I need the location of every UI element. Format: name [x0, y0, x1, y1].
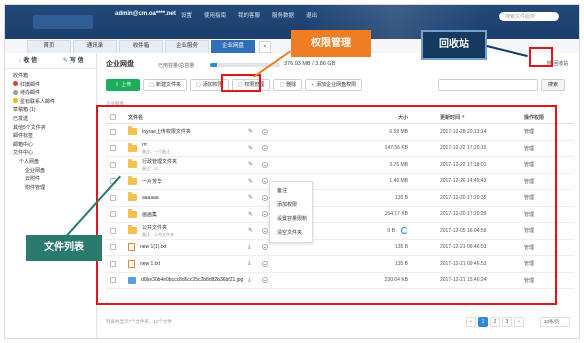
- sidebar-item-label: 邮件标签: [13, 133, 34, 140]
- sidebar-item[interactable]: 邮箱中心: [13, 141, 96, 150]
- tab-enterprise-service[interactable]: 企业服务: [165, 40, 209, 53]
- sidebar-item[interactable]: 附件管理: [13, 184, 96, 193]
- compose-label: 写 信: [69, 58, 84, 64]
- sidebar-item-label: 个人网盘: [19, 158, 40, 165]
- sidebar-item-label: 邮箱中心: [13, 141, 34, 148]
- sidebar-item[interactable]: 已发送: [13, 115, 96, 124]
- sidebar-item-label: 收件箱: [13, 73, 29, 79]
- page-title: 企业网盘: [106, 61, 134, 68]
- global-search-input[interactable]: 搜索文件服务: [499, 12, 559, 21]
- flag-dot-icon: [13, 98, 18, 104]
- top-link-support[interactable]: 我的客服: [238, 11, 260, 19]
- sidebar-item-label: 草稿箱 (1): [13, 107, 36, 114]
- top-links: 设置 使用指南 我的客服 服务数据 退出: [181, 11, 317, 19]
- download-icon: ↓: [18, 58, 22, 64]
- quota-label: 已用容量/总容量: [158, 63, 195, 69]
- receive-button[interactable]: ↓ 收 信: [5, 53, 51, 68]
- sidebar-item-label: 其他5个文件夹: [13, 124, 46, 131]
- file-search-input[interactable]: [438, 79, 538, 91]
- sidebar-item-label: 红旗邮件: [20, 81, 41, 88]
- table-footer: 列表共显示7个文件夹，10个文件 ‹ 1 2 3 › 10条/页: [106, 317, 574, 329]
- tab-inbox[interactable]: 收件箱: [119, 40, 163, 53]
- sidebar-item[interactable]: 待办邮件: [13, 89, 96, 98]
- sidebar-item-label: 星标联系人邮件: [20, 98, 56, 105]
- page-button[interactable]: 1: [478, 317, 488, 327]
- pagination: ‹ 1 2 3 ›: [466, 317, 524, 327]
- account-name: admin@cm.oa****.net: [115, 11, 176, 17]
- sidebar-item[interactable]: 个人网盘: [13, 158, 96, 167]
- folder-plus-icon: ▢: [149, 82, 154, 88]
- sidebar-item[interactable]: 云附件: [13, 175, 96, 184]
- add-permission-label: 添加权限: [202, 82, 223, 88]
- sidebar-item[interactable]: 草稿箱 (1): [13, 106, 96, 115]
- sidebar-actions: ↓ 收 信 ✎ 写 信: [5, 53, 96, 69]
- upload-icon: ⇧: [115, 82, 120, 88]
- compose-button[interactable]: ✎ 写 信: [51, 53, 97, 68]
- main-tabs: 首页 通讯录 收件箱 企业服务 企业网盘 ×: [27, 40, 271, 53]
- sidebar-item-label: 文件中心: [13, 150, 34, 157]
- top-link-data[interactable]: 服务数据: [272, 11, 294, 19]
- flag-dot-icon: [13, 89, 18, 95]
- global-search-placeholder: 搜索文件服务: [505, 14, 536, 20]
- sidebar-item[interactable]: 企业网盘: [13, 167, 96, 176]
- key-icon: ▢: [195, 82, 201, 88]
- tab-home[interactable]: 首页: [27, 40, 71, 53]
- recycle-label: 回收站: [553, 61, 569, 67]
- callout-permission: 权限管理: [291, 30, 371, 57]
- tab-enterprise-drive[interactable]: 企业网盘: [211, 40, 255, 53]
- sidebar-list: 收件箱红旗邮件待办邮件 星标联系人邮件草稿箱 (1) 已发送其他5个文件夹 邮件标签邮…: [5, 69, 96, 192]
- sidebar-item-label: 已发送: [13, 115, 29, 122]
- tab-close-button[interactable]: ×: [259, 41, 271, 53]
- pencil-icon: ✎: [62, 58, 68, 64]
- callout-recycle: 回收站: [421, 30, 487, 60]
- sidebar-item-label: 待办邮件: [20, 90, 41, 97]
- page-button[interactable]: ›: [514, 317, 524, 327]
- page-button[interactable]: 2: [490, 317, 500, 327]
- recycle-highlight: [529, 47, 553, 67]
- callout-file-list: 文件列表: [26, 235, 102, 261]
- quota-fill: [210, 63, 217, 67]
- top-link-logout[interactable]: 退出: [306, 11, 317, 19]
- flag-dot-icon: [13, 81, 18, 87]
- quota-value: 376.93 MB / 3.86 GB: [284, 61, 336, 67]
- sidebar-item-label: 云附件: [25, 176, 41, 183]
- new-folder-button[interactable]: ▢ 新建文件夹: [143, 79, 187, 91]
- sidebar-item[interactable]: 邮件标签: [13, 132, 96, 141]
- sidebar-item-label: 附件管理: [25, 184, 46, 191]
- sidebar-item[interactable]: 收件箱: [13, 72, 96, 81]
- page-button[interactable]: ‹: [466, 317, 476, 327]
- file-search-button[interactable]: 搜索: [541, 79, 565, 91]
- plus-icon: +: [311, 82, 315, 88]
- delete-button[interactable]: ▢ 删除: [273, 79, 303, 91]
- sidebar-item[interactable]: 红旗邮件: [13, 81, 96, 90]
- tab-contacts[interactable]: 通讯录: [73, 40, 117, 53]
- footer-summary-prefix: 列表共显示: [106, 319, 129, 324]
- add-enterprise-permission-label: 添加企业网盘权限: [316, 82, 357, 88]
- file-list-highlight: [96, 105, 557, 305]
- footer-file-count: 10个文件: [153, 319, 173, 324]
- footer-summary: 列表共显示7个文件夹，10个文件: [106, 319, 173, 324]
- add-enterprise-permission-button[interactable]: + 添加企业网盘权限: [305, 79, 363, 91]
- per-page-select[interactable]: 10条/页: [540, 317, 570, 327]
- upload-button[interactable]: ⇧ 上传: [106, 79, 141, 91]
- receive-label: 收 信: [23, 58, 38, 64]
- delete-icon: ▢: [279, 82, 285, 88]
- top-link-settings[interactable]: 设置: [181, 11, 192, 19]
- sidebar: ↓ 收 信 ✎ 写 信 收件箱红旗邮件待办邮件 星标联系人邮件草稿箱 (1) 已发送其他…: [5, 53, 97, 338]
- new-folder-label: 新建文件夹: [155, 82, 181, 88]
- upload-label: 上传: [121, 82, 132, 88]
- page-button[interactable]: 3: [502, 317, 512, 327]
- delete-label: 删除: [286, 82, 297, 88]
- footer-folder-count: 7个文件夹: [128, 319, 150, 324]
- top-link-guide[interactable]: 使用指南: [204, 11, 226, 19]
- sidebar-item-label: 企业网盘: [25, 167, 46, 174]
- sidebar-item[interactable]: 文件中心: [13, 149, 96, 158]
- sidebar-item[interactable]: 其他5个文件夹: [13, 124, 96, 133]
- sidebar-item[interactable]: 星标联系人邮件: [13, 98, 96, 107]
- logo: [33, 15, 93, 29]
